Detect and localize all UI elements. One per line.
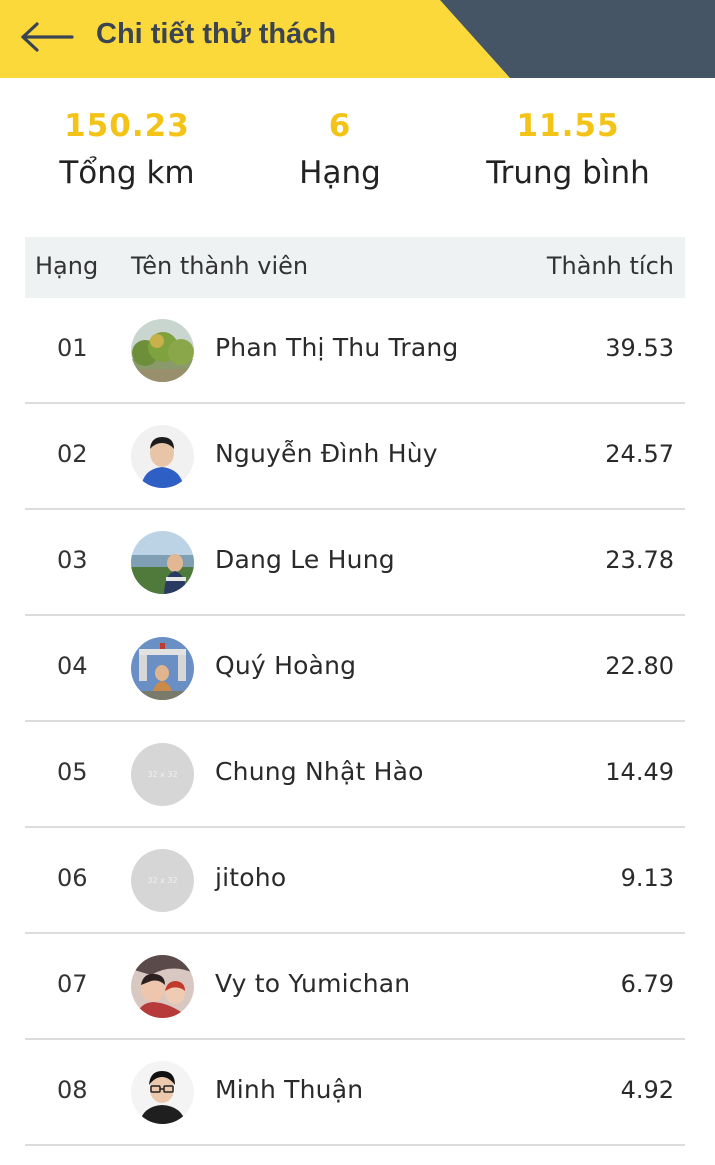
rank-cell: 04 [57, 652, 88, 680]
score-cell: 22.80 [605, 652, 674, 680]
avatar [131, 955, 194, 1018]
score-cell: 24.57 [605, 440, 674, 468]
stat-value: 150.23 [64, 108, 190, 144]
back-button[interactable] [20, 14, 80, 60]
avatar-placeholder-text: 32 x 32 [147, 876, 178, 885]
leaderboard-table: Hạng Tên thành viên Thành tích 01 Phan T… [25, 237, 685, 1146]
table-row[interactable]: 06 32 x 32 jitoho 9.13 [25, 828, 685, 934]
avatar [131, 531, 194, 594]
avatar [131, 637, 194, 700]
rank-cell: 02 [57, 440, 88, 468]
avatar-placeholder-text: 32 x 32 [147, 770, 178, 779]
app-header: Chi tiết thử thách [0, 0, 715, 78]
member-name: Dang Le Hung [215, 545, 395, 574]
member-name: Chung Nhật Hào [215, 757, 424, 786]
stat-total-km: 150.23 Tổng km [17, 104, 237, 198]
rank-cell: 05 [57, 758, 88, 786]
member-name: Phan Thị Thu Trang [215, 333, 459, 362]
stat-value: 11.55 [516, 108, 620, 144]
score-cell: 14.49 [605, 758, 674, 786]
avatar [131, 1061, 194, 1124]
avatar [131, 425, 194, 488]
column-header-score: Thành tích [546, 252, 674, 280]
score-cell: 23.78 [605, 546, 674, 574]
rank-cell: 03 [57, 546, 88, 574]
rank-cell: 07 [57, 970, 88, 998]
column-header-rank: Hạng [35, 252, 99, 280]
score-cell: 9.13 [620, 864, 674, 892]
avatar [131, 319, 194, 382]
score-cell: 39.53 [605, 334, 674, 362]
arrow-left-icon [21, 22, 74, 52]
score-cell: 6.79 [620, 970, 674, 998]
rank-cell: 06 [57, 864, 88, 892]
stat-label: Tổng km [59, 155, 195, 191]
column-header-name: Tên thành viên [131, 252, 309, 280]
avatar-placeholder: 32 x 32 [131, 849, 194, 912]
member-name: Vy to Yumichan [215, 969, 411, 998]
avatar-placeholder: 32 x 32 [131, 743, 194, 806]
stat-average: 11.55 Trung bình [458, 104, 678, 198]
member-name: Minh Thuận [215, 1075, 364, 1104]
table-header: Hạng Tên thành viên Thành tích [25, 237, 685, 298]
member-name: jitoho [215, 863, 287, 892]
stat-value: 6 [328, 108, 352, 144]
member-name: Quý Hoàng [215, 651, 357, 680]
table-row[interactable]: 05 32 x 32 Chung Nhật Hào 14.49 [25, 722, 685, 828]
rank-cell: 08 [57, 1076, 88, 1104]
table-row[interactable]: 08 Minh Thuận 4.92 [25, 1040, 685, 1146]
table-row[interactable]: 02 Nguyễn Đình Hùy 24.57 [25, 404, 685, 510]
stat-label: Trung bình [486, 155, 650, 191]
table-row[interactable]: 03 Dang Le Hung 23.78 [25, 510, 685, 616]
stat-label: Hạng [299, 155, 381, 191]
member-name: Nguyễn Đình Hùy [215, 439, 438, 468]
table-row[interactable]: 04 Quý Hoàng 22.80 [25, 616, 685, 722]
stat-rank: 6 Hạng [230, 104, 450, 198]
table-row[interactable]: 07 Vy to Yumichan 6.79 [25, 934, 685, 1040]
rank-cell: 01 [57, 334, 88, 362]
page-title: Chi tiết thử thách [96, 18, 337, 50]
table-row[interactable]: 01 Phan Thị Thu Trang 39.53 [25, 298, 685, 404]
score-cell: 4.92 [620, 1076, 674, 1104]
